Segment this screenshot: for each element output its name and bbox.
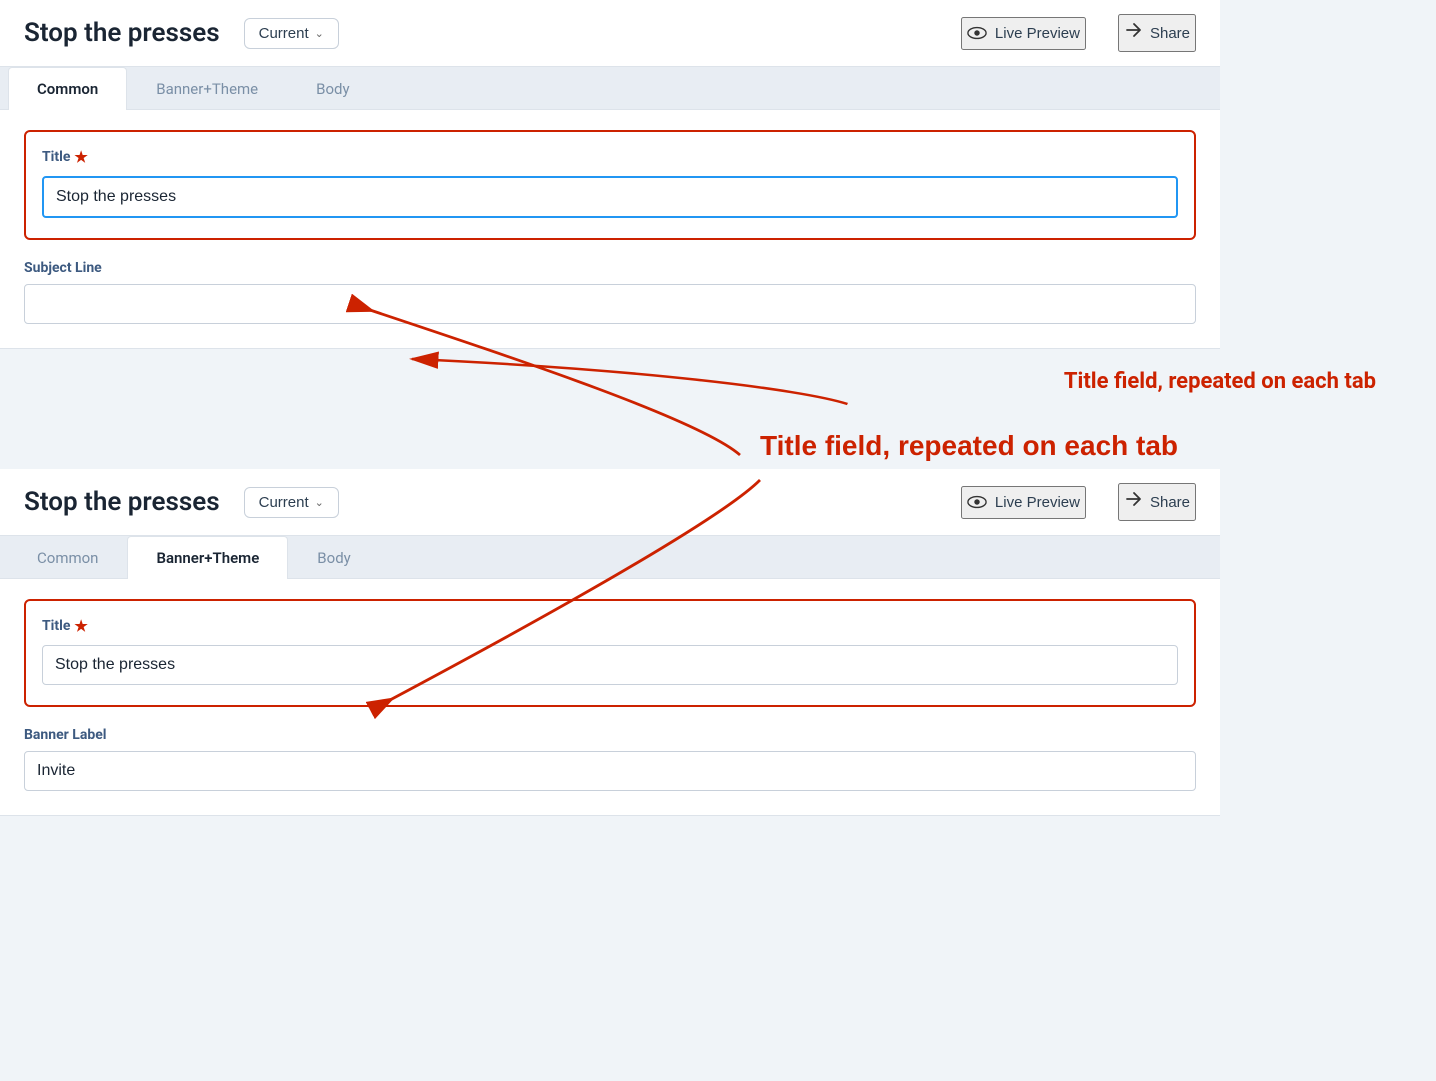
bottom-banner-input[interactable] (24, 751, 1196, 791)
share-label-top: Share (1150, 25, 1190, 42)
tab-common-bottom[interactable]: Common (8, 536, 127, 579)
top-title-input[interactable] (42, 176, 1178, 218)
top-title-required-star: ★ (74, 148, 87, 166)
bottom-banner-label-heading: Banner Label (24, 727, 1196, 743)
top-subject-label: Subject Line (24, 260, 1196, 276)
live-preview-label-top: Live Preview (995, 25, 1080, 42)
tab-body-top[interactable]: Body (287, 67, 378, 110)
top-panel: Stop the presses Current ⌄ Live Preview (0, 0, 1220, 349)
current-dropdown-top[interactable]: Current ⌄ (244, 18, 339, 49)
bottom-panel: Stop the presses Current ⌄ Live Preview (0, 469, 1220, 816)
annotation-area: Title field, repeated on each tab (0, 349, 1436, 469)
bottom-title-required-star: ★ (74, 617, 87, 635)
bottom-panel-body: Title ★ Banner Label (0, 579, 1220, 815)
bottom-panel-title: Stop the presses (24, 487, 220, 517)
top-title-label: Title ★ (42, 148, 1178, 166)
share-button-bottom[interactable]: Share (1118, 483, 1196, 521)
tab-common-top[interactable]: Common (8, 67, 127, 110)
share-arrow-icon-top (1124, 22, 1142, 44)
top-panel-header: Stop the presses Current ⌄ Live Preview (0, 0, 1220, 67)
top-panel-title: Stop the presses (24, 18, 220, 48)
share-label-bottom: Share (1150, 494, 1190, 511)
bottom-panel-tabs: Common Banner+Theme Body (0, 536, 1220, 579)
page-wrapper: Stop the presses Current ⌄ Live Preview (0, 0, 1436, 1081)
bottom-title-label: Title ★ (42, 617, 1178, 635)
top-title-field-group: Title ★ (24, 130, 1196, 240)
bottom-banner-label-group: Banner Label (24, 727, 1196, 791)
current-label-top: Current (259, 25, 309, 42)
chevron-down-icon-top: ⌄ (315, 27, 324, 40)
bottom-panel-header: Stop the presses Current ⌄ Live Preview (0, 469, 1220, 536)
bottom-title-input[interactable] (42, 645, 1178, 685)
bottom-title-field-group: Title ★ (24, 599, 1196, 707)
live-preview-label-bottom: Live Preview (995, 494, 1080, 511)
annotation-arrows (0, 349, 1436, 469)
eye-icon-top (967, 26, 987, 40)
current-label-bottom: Current (259, 494, 309, 511)
live-preview-button-bottom[interactable]: Live Preview (961, 486, 1086, 519)
svg-text:Title field, repeated on each: Title field, repeated on each tab (760, 430, 1178, 461)
share-button-top[interactable]: Share (1118, 14, 1196, 52)
share-arrow-icon-bottom (1124, 491, 1142, 513)
tab-banner-theme-top[interactable]: Banner+Theme (127, 67, 287, 110)
top-subject-input[interactable] (24, 284, 1196, 324)
chevron-down-icon-bottom: ⌄ (315, 496, 324, 509)
eye-icon-bottom (967, 495, 987, 509)
live-preview-button-top[interactable]: Live Preview (961, 17, 1086, 50)
annotation-text: Title field, repeated on each tab (1064, 369, 1376, 394)
tab-banner-theme-bottom[interactable]: Banner+Theme (127, 536, 288, 579)
top-panel-tabs: Common Banner+Theme Body (0, 67, 1220, 110)
top-panel-body: Title ★ Subject Line (0, 110, 1220, 348)
current-dropdown-bottom[interactable]: Current ⌄ (244, 487, 339, 518)
top-subject-line-group: Subject Line (24, 260, 1196, 324)
tab-body-bottom[interactable]: Body (288, 536, 379, 579)
